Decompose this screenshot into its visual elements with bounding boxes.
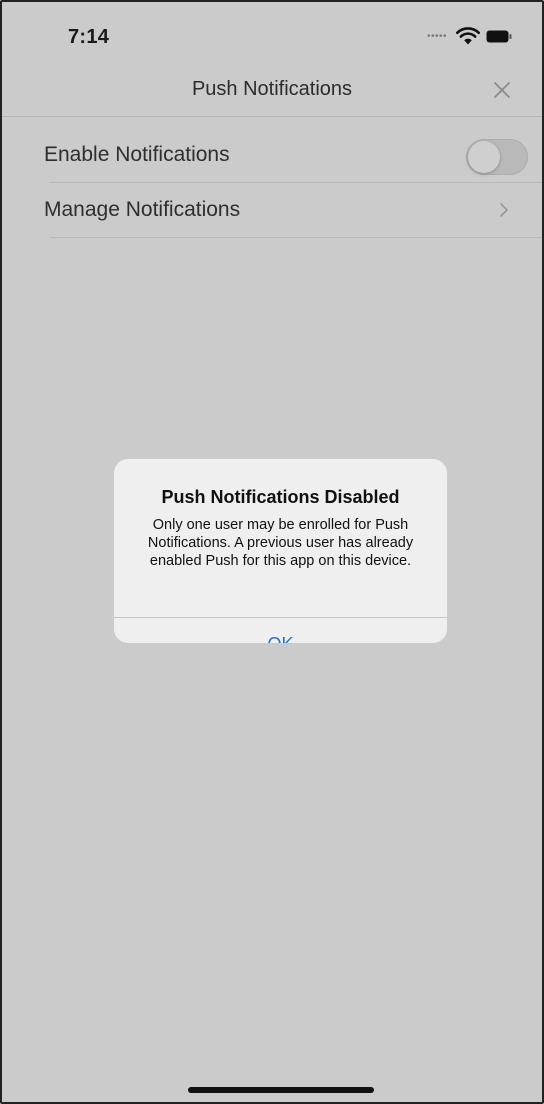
home-indicator[interactable] [188,1087,374,1093]
list-item-manage-notifications[interactable]: Manage Notifications [2,182,542,238]
page-title: Push Notifications [191,78,353,100]
ok-button-label: OK [114,634,447,643]
navigation-bar: Push Notifications [2,66,542,117]
chevron-right-icon [500,203,508,217]
ok-button[interactable]: OK [114,618,447,643]
wifi-icon [456,27,480,45]
enable-notifications-toggle[interactable] [466,139,528,175]
list-item-label: Enable Notifications [44,143,230,166]
row-divider [50,237,542,238]
toggle-knob [468,141,500,173]
signal-strength-dots: ••••• [427,31,448,42]
battery-icon [486,30,512,43]
alert-dialog: Push Notifications Disabled Only one use… [114,459,447,643]
status-bar: 7:14 ••••• [2,2,542,66]
device-screen: 7:14 ••••• Push Notifications Enable Not… [0,0,544,1104]
alert-title: Push Notifications Disabled [161,487,400,507]
list-item-label: Manage Notifications [44,198,241,221]
list-item-enable-notifications: Enable Notifications [2,127,542,183]
alert-message: Only one user may be enrolled for Push N… [147,517,414,569]
close-icon[interactable] [492,80,512,100]
status-time: 7:14 [68,26,110,48]
